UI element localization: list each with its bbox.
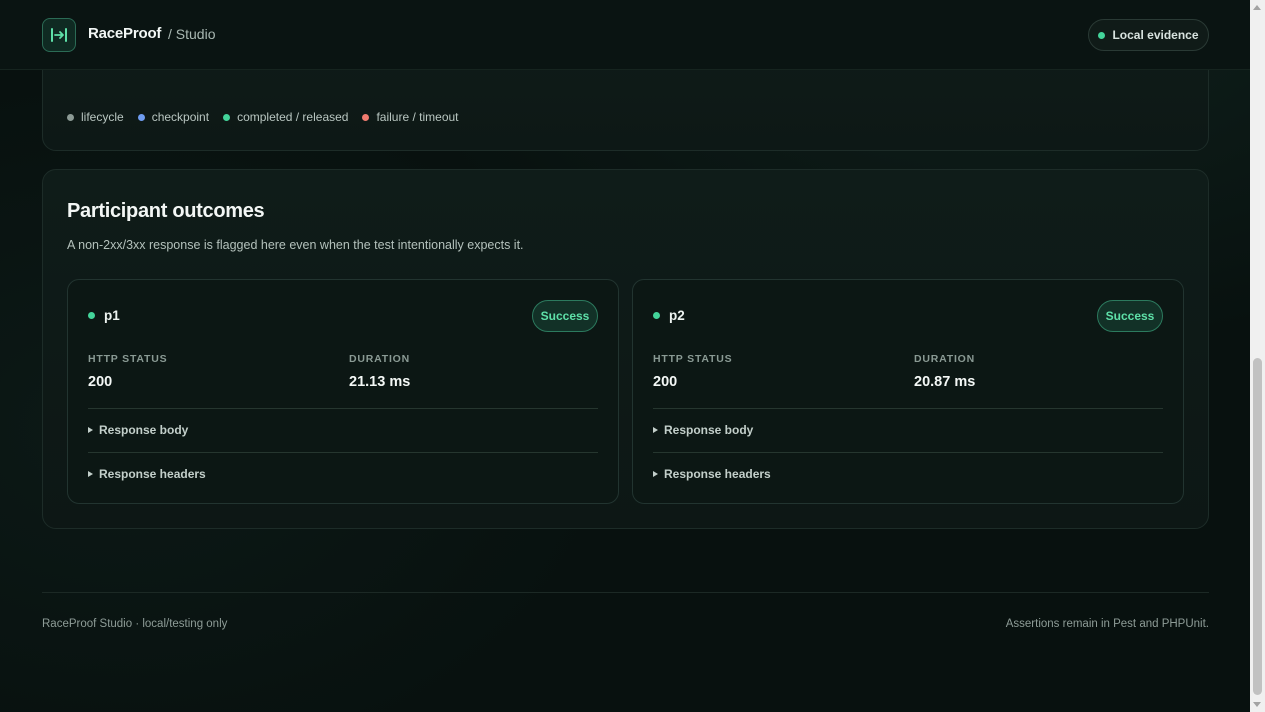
evidence-label: Local evidence [1112, 28, 1199, 42]
status-dot-icon [1098, 31, 1106, 39]
divider [653, 408, 1163, 409]
http-status-label: HTTP STATUS [653, 353, 733, 365]
divider [653, 452, 1163, 453]
http-status-value: 200 [653, 374, 678, 390]
legend-label: lifecycle [81, 110, 124, 124]
response-headers-label: Response headers [664, 467, 771, 481]
divider [88, 408, 598, 409]
duration-label: DURATION [349, 353, 411, 365]
status-dot-icon [88, 312, 95, 319]
http-status-label: HTTP STATUS [88, 353, 168, 365]
legend-label: checkpoint [151, 110, 210, 124]
legend-dot-icon [362, 113, 370, 121]
response-headers-toggle[interactable]: Response headers [653, 467, 771, 481]
legend-item-lifecycle: lifecycle [67, 110, 124, 124]
legend-dot-icon [67, 113, 74, 121]
response-headers-label: Response headers [99, 467, 206, 481]
status-dot-icon [653, 312, 660, 319]
participant-name: p2 [653, 308, 685, 323]
status-badge: Success [532, 300, 598, 332]
breadcrumb: / Studio [168, 26, 216, 42]
timeline-legend: lifecycle checkpoint completed / release… [67, 110, 459, 124]
response-body-toggle[interactable]: Response body [653, 423, 753, 437]
status-badge: Success [1097, 300, 1163, 332]
footer-left-text: RaceProof Studio · local/testing only [42, 618, 228, 630]
participant-name: p1 [88, 308, 120, 323]
legend-label: completed / released [237, 110, 349, 124]
section-title: Participant outcomes [67, 200, 265, 222]
divider [88, 452, 598, 453]
legend-dot-icon [223, 113, 231, 121]
participant-card-p1: p1 Success HTTP STATUS 200 DURATION 21.1… [67, 279, 619, 504]
legend-item-failure: failure / timeout [362, 110, 459, 124]
http-status-value: 200 [88, 374, 113, 390]
scroll-up-arrow-icon[interactable] [1253, 5, 1261, 10]
local-evidence-badge: Local evidence [1088, 19, 1209, 51]
response-body-label: Response body [99, 423, 189, 437]
legend-item-completed: completed / released [223, 110, 348, 124]
footer-divider [42, 592, 1209, 593]
response-headers-toggle[interactable]: Response headers [88, 467, 206, 481]
section-subtitle: A non-2xx/3xx response is flagged here e… [67, 238, 524, 252]
participant-card-p2: p2 Success HTTP STATUS 200 DURATION 20.8… [632, 279, 1184, 504]
disclosure-triangle-icon [88, 427, 93, 433]
race-logo-icon[interactable] [42, 18, 76, 52]
disclosure-triangle-icon [653, 427, 658, 433]
response-body-label: Response body [664, 423, 754, 437]
legend-dot-icon [137, 113, 145, 121]
participant-label: p2 [669, 308, 685, 323]
response-body-toggle[interactable]: Response body [88, 423, 188, 437]
app-header: RaceProof / Studio Local evidence [0, 0, 1250, 70]
duration-value: 20.87 ms [914, 374, 976, 390]
duration-label: DURATION [914, 353, 976, 365]
scroll-down-arrow-icon[interactable] [1253, 702, 1261, 707]
legend-label: failure / timeout [376, 110, 459, 124]
legend-item-checkpoint: checkpoint [137, 110, 210, 124]
participant-label: p1 [104, 308, 120, 323]
duration-value: 21.13 ms [349, 374, 411, 390]
brand-name[interactable]: RaceProof [88, 25, 161, 42]
footer-right-text: Assertions remain in Pest and PHPUnit. [1005, 618, 1209, 630]
disclosure-triangle-icon [88, 471, 93, 477]
disclosure-triangle-icon [653, 471, 658, 477]
scrollbar-thumb[interactable] [1253, 358, 1262, 695]
page-scrollbar[interactable] [1250, 0, 1265, 712]
